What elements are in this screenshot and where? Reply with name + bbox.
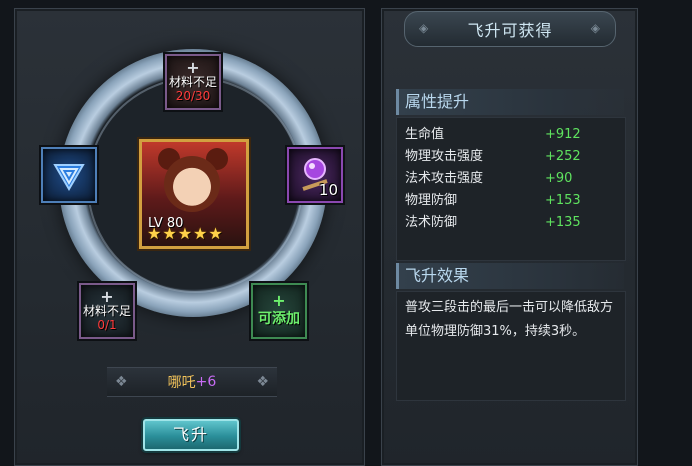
hero-star-rating: ★ ★ ★ ★ ★ bbox=[147, 226, 223, 242]
ascension-rewards-panel: ◈ 飞升可获得 ◈ 属性提升 生命值 +912 物理攻击强度 +252 法术攻击… bbox=[381, 8, 638, 466]
ornament-right-icon: ❖ bbox=[256, 374, 269, 390]
attribute-value: +135 bbox=[545, 215, 581, 230]
hero-ascension-rank: +6 bbox=[195, 374, 217, 390]
attribute-name: 生命值 bbox=[405, 127, 445, 142]
effect-description-box: 普攻三段击的最后一击可以降低敌方单位物理防御31%，持续3秒。 bbox=[396, 291, 626, 401]
material-slot-bottom-left[interactable]: + 材料不足 0/1 bbox=[79, 283, 135, 339]
hero-portrait bbox=[164, 156, 220, 212]
rewards-title-banner: ◈ 飞升可获得 ◈ bbox=[404, 11, 616, 47]
add-plus-icon: + bbox=[100, 287, 114, 306]
attribute-value: +912 bbox=[545, 127, 581, 142]
add-plus-icon: + bbox=[272, 291, 286, 310]
hero-name: 哪吒 bbox=[167, 375, 196, 391]
effect-description: 普攻三段击的最后一击可以降低敌方单位物理防御31%，持续3秒。 bbox=[405, 300, 614, 339]
ascend-button[interactable]: 飞升 bbox=[143, 419, 239, 451]
attribute-name: 物理攻击强度 bbox=[405, 149, 484, 164]
hero-name-plate: ❖ 哪吒 +6 ❖ bbox=[107, 367, 277, 397]
material-slot-left[interactable] bbox=[41, 147, 97, 203]
effect-header: 飞升效果 bbox=[396, 263, 624, 289]
attribute-row: 物理攻击强度 +252 bbox=[405, 146, 615, 168]
star-icon: ★ bbox=[162, 224, 177, 243]
star-icon: ★ bbox=[177, 224, 193, 243]
attribute-row: 法术攻击强度 +90 bbox=[405, 168, 615, 190]
hero-portrait-card[interactable]: LV 80 ★ ★ ★ ★ ★ bbox=[139, 139, 249, 249]
attributes-list: 生命值 +912 物理攻击强度 +252 法术攻击强度 +90 物理防御 +15… bbox=[396, 117, 626, 261]
rewards-title: 飞升可获得 bbox=[467, 21, 553, 40]
attribute-row: 法术防御 +135 bbox=[405, 212, 615, 234]
slot-addable-label: 可添加 bbox=[258, 311, 300, 327]
attribute-name: 法术攻击强度 bbox=[405, 171, 484, 186]
ascension-panel: + 材料不足 20/30 10 + 材料不足 0/1 + 可添加 LV 80 ★ bbox=[14, 8, 365, 466]
attribute-row: 物理防御 +153 bbox=[405, 190, 615, 212]
material-slot-right[interactable]: 10 bbox=[287, 147, 343, 203]
attribute-value: +90 bbox=[545, 171, 573, 186]
attribute-row: 生命值 +912 bbox=[405, 124, 615, 146]
slot-material-count: 0/1 bbox=[97, 318, 117, 332]
star-icon: ★ bbox=[208, 224, 223, 243]
attributes-header: 属性提升 bbox=[396, 89, 624, 115]
attribute-name: 法术防御 bbox=[405, 215, 458, 230]
attribute-value: +153 bbox=[545, 193, 581, 208]
attribute-value: +252 bbox=[545, 149, 581, 164]
star-icon: ★ bbox=[147, 224, 162, 243]
blue-triangle-gem-icon bbox=[53, 164, 85, 191]
slot-status-label: 材料不足 bbox=[168, 75, 217, 89]
add-plus-icon: + bbox=[186, 58, 200, 77]
banner-ornament-right-icon: ◈ bbox=[590, 21, 601, 35]
star-icon: ★ bbox=[193, 224, 208, 243]
banner-ornament-left-icon: ◈ bbox=[419, 21, 430, 35]
material-slot-bottom-right[interactable]: + 可添加 bbox=[251, 283, 307, 339]
item-count: 10 bbox=[318, 181, 338, 199]
ornament-left-icon: ❖ bbox=[115, 374, 128, 390]
slot-status-label: 材料不足 bbox=[82, 304, 131, 318]
material-slot-top[interactable]: + 材料不足 20/30 bbox=[165, 54, 221, 110]
attribute-name: 物理防御 bbox=[405, 193, 458, 208]
slot-material-count: 20/30 bbox=[175, 89, 211, 103]
